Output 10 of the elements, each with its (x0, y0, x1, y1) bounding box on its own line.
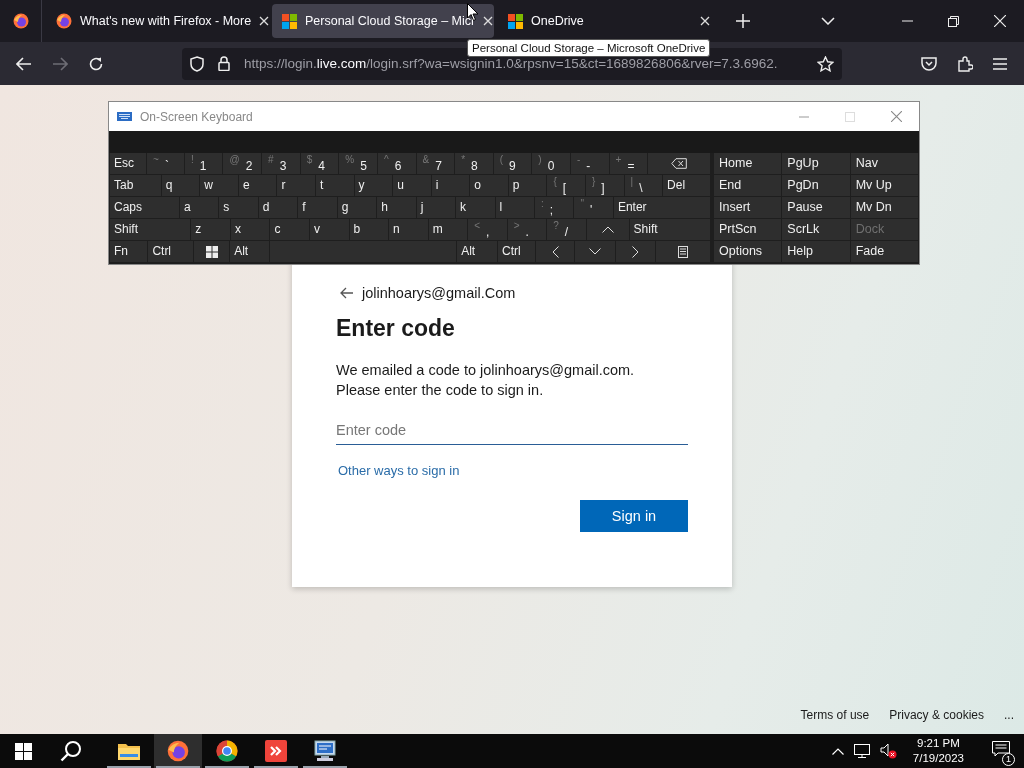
tab-title: What's new with Firefox - More (80, 14, 252, 28)
tab-title: Personal Cloud Storage – Micr (305, 14, 476, 28)
page-heading: Enter code (336, 315, 455, 342)
window-title: On-Screen Keyboard (140, 109, 253, 124)
url-text: https://login.live.com/login.srf?wa=wsignin1.0&rpsnv=15&ct=1689826806&rver=7.3.6962. (244, 56, 779, 71)
account-email: jolinhoarys@gmail.Com (362, 285, 516, 301)
tab-title: OneDrive (531, 14, 585, 28)
tab-tooltip: Personal Cloud Storage – Microsoft OneDrive (467, 39, 711, 57)
instruction-text: We emailed a code to jolinhoarys@gmail.com. Please enter the code to sign in. (336, 361, 635, 400)
notification-count: 1 (1002, 753, 1015, 766)
